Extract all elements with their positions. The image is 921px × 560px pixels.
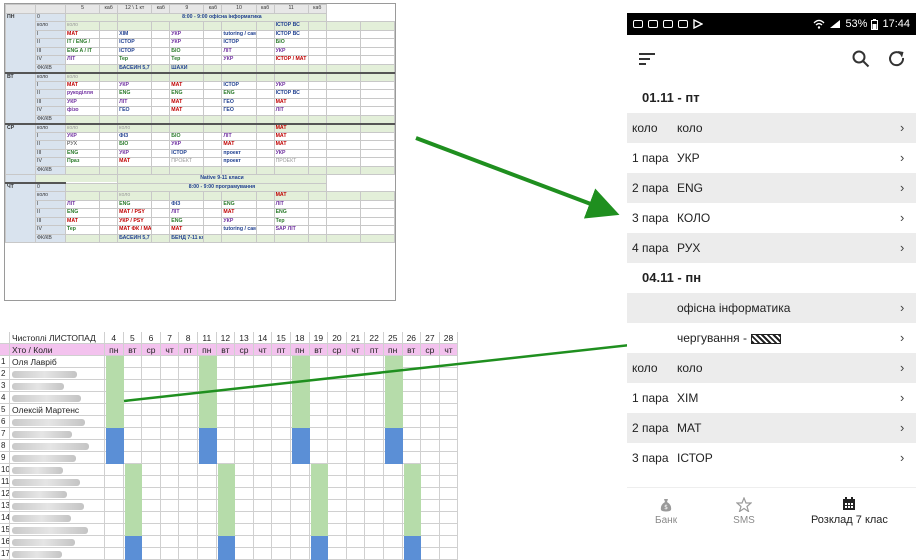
chevron-right-icon: › — [900, 120, 905, 135]
phone-screen: 53% 17:44 01.11 - пт коло коло › 1 пара УКР › 2… — [627, 13, 916, 535]
schedule-item[interactable]: 1 пара УКР › — [627, 143, 916, 173]
schedule-period: 4 пара — [632, 241, 669, 255]
schedule-period: 1 пара — [632, 391, 669, 405]
schedule-subject: КОЛО — [677, 211, 711, 225]
schedule-period: коло — [632, 121, 658, 135]
schedule-item[interactable]: офісна інформатика › — [627, 293, 916, 323]
schedule-item[interactable]: чергування - › — [627, 323, 916, 353]
chevron-right-icon: › — [900, 240, 905, 255]
schedule-period: 2 пара — [632, 421, 669, 435]
schedule-subject: ХІМ — [677, 391, 699, 405]
schedule-subject: УКР — [677, 151, 700, 165]
chevron-right-icon: › — [900, 450, 905, 465]
chevron-right-icon: › — [900, 300, 905, 315]
schedule-date-header: 01.11 - пт — [642, 90, 700, 105]
money-bag-icon: $ — [660, 498, 672, 511]
calendar-icon — [843, 497, 856, 510]
gallery-icon — [678, 20, 688, 28]
signal-icon — [830, 20, 841, 28]
app-bar — [627, 35, 916, 83]
schedule-subject: коло — [677, 361, 703, 375]
schedule-period: 3 пара — [632, 211, 669, 225]
tab-bank[interactable]: $ Банк — [655, 498, 677, 526]
schedule-item[interactable]: коло коло › — [627, 353, 916, 383]
chevron-right-icon: › — [900, 180, 905, 195]
schedule-item[interactable]: 3 пара КОЛО › — [627, 203, 916, 233]
schedule-item[interactable]: 3 пара ІСТОР › — [627, 443, 916, 473]
schedule-item[interactable]: 4 пара РУХ › — [627, 233, 916, 263]
chevron-right-icon: › — [900, 150, 905, 165]
schedule-subject: МАТ — [677, 421, 702, 435]
chevron-right-icon: › — [900, 210, 905, 225]
bottom-nav: $ Банк SMS Розклад 7 клас — [627, 487, 916, 535]
redacted-name — [750, 333, 781, 344]
schedule-item[interactable]: 2 пара МАТ › — [627, 413, 916, 443]
chevron-right-icon: › — [900, 330, 905, 345]
svg-text:$: $ — [664, 504, 668, 511]
chevron-right-icon: › — [900, 360, 905, 375]
schedule-period: коло — [632, 361, 658, 375]
schedule-item[interactable]: 1 пара ХІМ › — [627, 383, 916, 413]
schedule-subject: ENG — [677, 181, 704, 195]
youtube-icon — [648, 20, 658, 28]
search-icon[interactable] — [850, 48, 872, 70]
arrow-timetable-to-phone — [415, 136, 620, 219]
notification-icons — [633, 19, 703, 29]
schedule-date-header: 04.11 - пн — [642, 270, 702, 285]
tab-sms[interactable]: SMS — [733, 497, 755, 526]
refresh-icon[interactable] — [886, 48, 908, 70]
battery-percent: 53% — [845, 18, 868, 30]
schedule-subject: ІСТОР — [677, 451, 713, 465]
schedule-list: 01.11 - пт коло коло › 1 пара УКР › 2 пара ENG › 3… — [627, 83, 916, 473]
status-bar: 53% 17:44 — [627, 13, 916, 35]
schedule-item[interactable]: 2 пара ENG › — [627, 173, 916, 203]
chevron-right-icon: › — [900, 420, 905, 435]
schedule-item[interactable]: коло коло › — [627, 113, 916, 143]
star-icon — [736, 497, 752, 512]
schedule-period: 2 пара — [632, 181, 669, 195]
wifi-icon — [813, 19, 825, 29]
youtube-icon — [633, 20, 643, 28]
schedule-subject: чергування - — [677, 331, 916, 345]
schedule-period: 1 пара — [632, 151, 669, 165]
schedule-period: 3 пара — [632, 451, 669, 465]
image-icon — [663, 20, 673, 28]
battery-icon — [871, 18, 879, 30]
tab-schedule[interactable]: Розклад 7 клас — [811, 497, 888, 526]
clock: 17:44 — [882, 18, 910, 30]
play-store-icon — [693, 19, 703, 29]
schedule-subject: офісна інформатика — [677, 301, 791, 315]
schedule-subject: коло — [677, 121, 703, 135]
arrow-sheet-to-phone — [123, 334, 653, 403]
chevron-right-icon: › — [900, 390, 905, 405]
menu-icon[interactable] — [639, 53, 655, 65]
schedule-subject: РУХ — [677, 241, 701, 255]
